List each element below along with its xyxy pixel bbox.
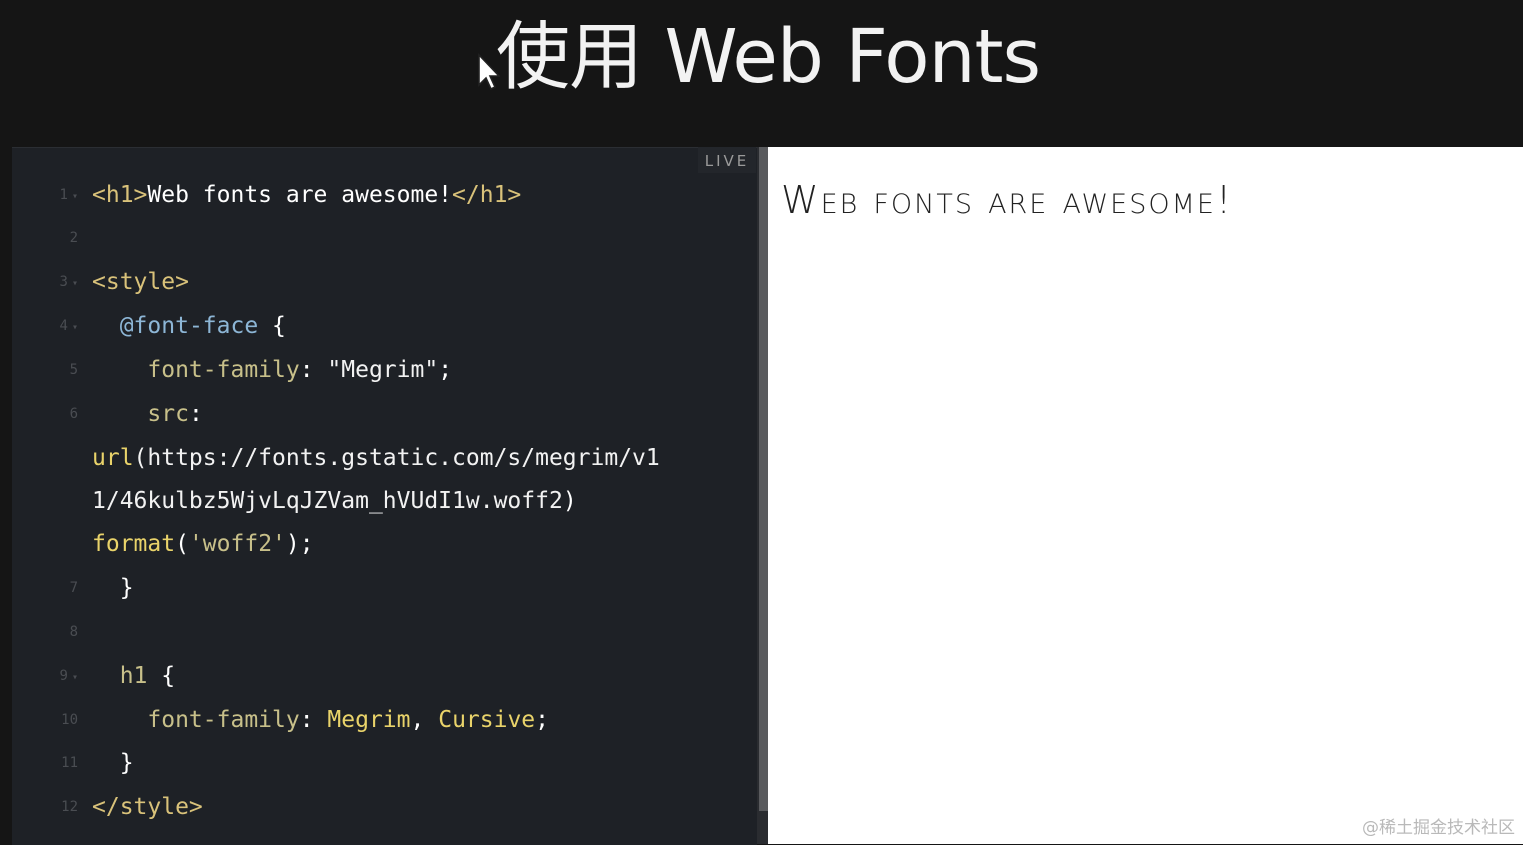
code-token: 1/46kulbz5WjvLqJZVam_hVUdI1w.woff2 [92, 488, 563, 514]
code-token: ; [438, 357, 453, 383]
code-token: font-family [147, 357, 300, 383]
code-line: 2 [12, 223, 757, 253]
line-number: 4 ▾ [59, 318, 78, 334]
code-token: @font-face [119, 313, 259, 339]
code-line-wrapped: format('woff2'); [12, 529, 757, 559]
code-line: 8 [12, 617, 757, 647]
code-line: 12 </style> [12, 792, 757, 822]
code-token: (https://fonts.gstatic.com/s/megrim/v1 [133, 445, 660, 471]
code-token: } [119, 750, 134, 776]
code-token: 'woff2' [188, 531, 286, 557]
code-token: </h1> [452, 182, 522, 208]
code-line-wrapped: url(https://fonts.gstatic.com/s/megrim/v… [12, 443, 757, 473]
code-line: 7 } [12, 573, 757, 603]
code-token: Cursive [438, 707, 536, 733]
pane-splitter[interactable] [757, 147, 768, 844]
code-token: } [119, 575, 134, 601]
line-number: 5 [69, 362, 78, 378]
code-token: Megrim [327, 707, 411, 733]
slide-title: 使用 Web Fonts [496, 14, 1041, 100]
code-token: : [188, 401, 203, 427]
code-line-wrapped: 1/46kulbz5WjvLqJZVam_hVUdI1w.woff2) [12, 486, 757, 516]
title-bar: 使用 Web Fonts [0, 0, 1523, 140]
line-number: 2 [69, 230, 78, 246]
code-line: 11 } [12, 748, 757, 778]
code-token: ( [175, 531, 189, 557]
watermark: @稀土掘金技术社区 [1362, 818, 1515, 838]
code-token: Web fonts are awesome! [147, 182, 453, 208]
code-token: ; [535, 707, 550, 733]
line-number: 8 [69, 624, 78, 640]
line-number: 11 [61, 755, 78, 771]
fold-arrow-icon[interactable]: ▾ [72, 672, 78, 683]
fold-arrow-icon[interactable]: ▾ [72, 191, 78, 202]
line-number: 1 ▾ [59, 187, 78, 203]
code-line: 1 ▾ <h1>Web fonts are awesome!</h1> [12, 180, 757, 210]
line-number: 12 [61, 799, 78, 815]
line-number: 6 [69, 406, 78, 422]
code-token: ) [562, 488, 577, 514]
code-editor[interactable]: 1 ▾ <h1>Web fonts are awesome!</h1> 2 3 ▾ … [12, 147, 757, 845]
code-token: ); [285, 531, 314, 557]
line-number: 10 [61, 712, 78, 728]
code-token: "Megrim" [327, 357, 439, 383]
code-line: 10 font-family: Megrim, Cursive; [12, 705, 757, 735]
line-number: 3 ▾ [59, 274, 78, 290]
preview-heading: Web fonts are awesome! [781, 178, 1234, 222]
code-token: </style> [92, 794, 203, 820]
code-line: 9 ▾ h1 { [12, 661, 757, 691]
code-token: src [147, 401, 189, 427]
line-number: 7 [69, 580, 78, 596]
code-token: format [92, 531, 176, 557]
code-token: : [299, 357, 328, 383]
code-line: 6 src: [12, 399, 757, 429]
code-token: { [147, 663, 176, 689]
code-token: url [92, 445, 134, 471]
code-token: h1 [119, 663, 148, 689]
code-token: { [258, 313, 286, 339]
line-number: 9 ▾ [59, 668, 78, 684]
code-line: 5 font-family: "Megrim"; [12, 355, 757, 385]
code-line: 3 ▾ <style> [12, 267, 757, 297]
code-token: , [410, 707, 439, 733]
fold-arrow-icon[interactable]: ▾ [72, 322, 78, 333]
code-token: : [299, 707, 328, 733]
live-preview-pane: Web fonts are awesome! [768, 147, 1523, 844]
code-line: 4 ▾ @font-face { [12, 311, 757, 341]
code-token: <style> [92, 269, 189, 295]
code-token: <h1> [92, 182, 148, 208]
splitter-handle[interactable] [759, 147, 768, 811]
fold-arrow-icon[interactable]: ▾ [72, 278, 78, 289]
live-label: LIVE [698, 147, 756, 173]
code-token: font-family [147, 707, 300, 733]
